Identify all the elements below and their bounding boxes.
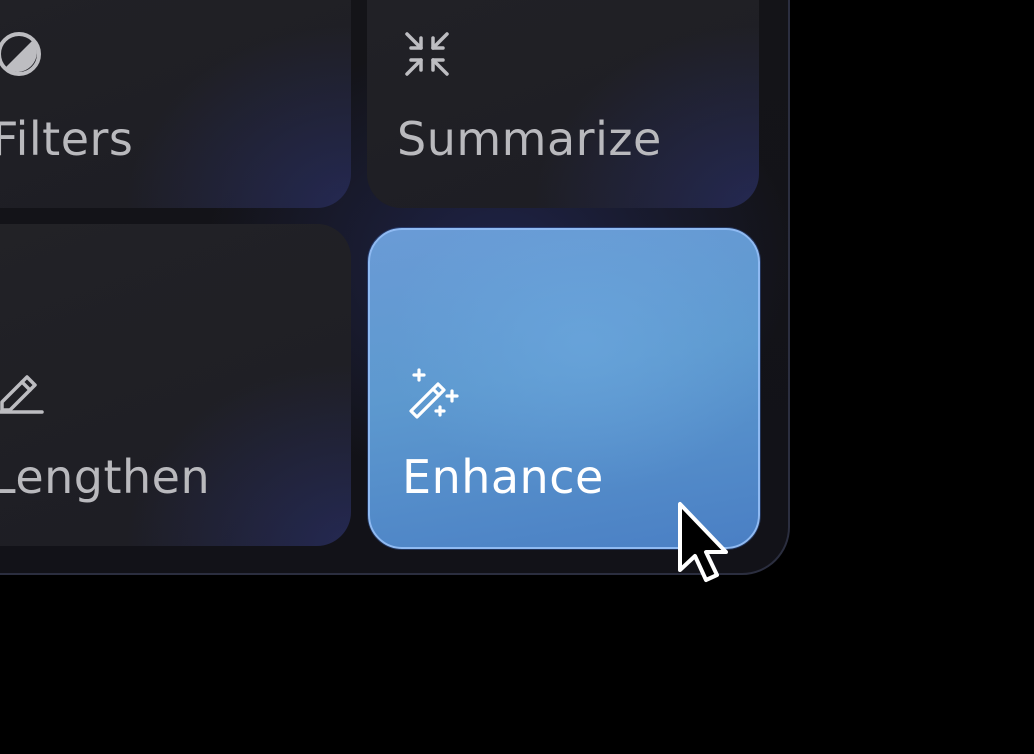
- lengthen-label: Lengthen: [0, 450, 211, 504]
- pencil-icon: [0, 375, 44, 414]
- filters-tile[interactable]: [0, 0, 351, 208]
- summarize-label: Summarize: [397, 112, 662, 166]
- enhance-label: Enhance: [402, 450, 604, 504]
- contrast-icon: [0, 32, 41, 76]
- screen: Filters Summarize Lengthen Enhance: [0, 0, 1034, 754]
- mouse-pointer-icon: [678, 502, 728, 582]
- magic-wand-icon: [409, 368, 459, 419]
- filters-label: Filters: [0, 112, 134, 166]
- collapse-arrows-icon: [405, 32, 449, 76]
